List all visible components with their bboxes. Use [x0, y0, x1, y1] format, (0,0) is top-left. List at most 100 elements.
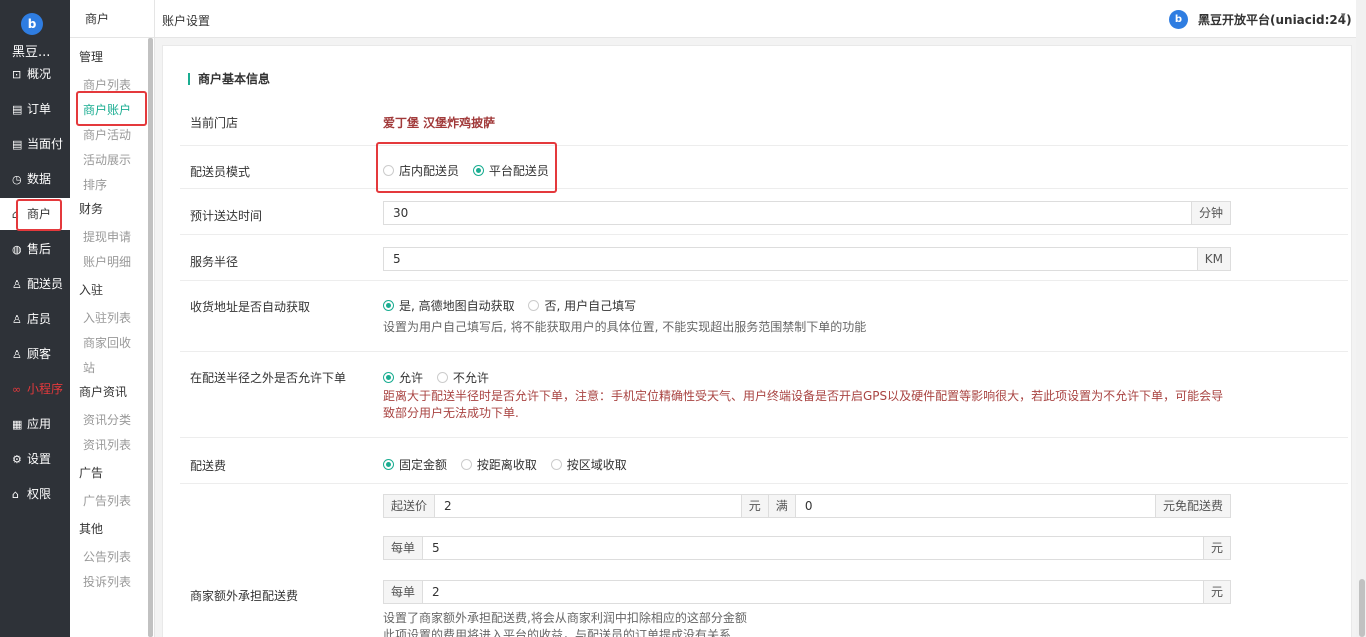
user-icon: ♙ — [12, 348, 22, 361]
miniprogram-icon: ∞ — [12, 383, 22, 396]
divider — [180, 437, 1348, 438]
sub-sidebar-title: 商户 — [70, 0, 154, 38]
nav-item-overview[interactable]: ⊡ 概况 — [0, 58, 70, 90]
radio-disallow[interactable]: 不允许 — [436, 369, 489, 386]
delivery-fee-radios: 固定金额 按距离收取 按区域收取 — [383, 456, 637, 473]
subnav-group-ads: 广告 — [79, 466, 104, 480]
platform-logo-icon: b — [1169, 10, 1188, 29]
divider — [180, 351, 1348, 352]
divider — [180, 145, 1348, 146]
subnav-group-news: 商户资讯 — [79, 385, 128, 399]
nav-item-facepay[interactable]: ▤ 当面付 — [0, 128, 70, 160]
radius-label: 服务半径 — [190, 255, 239, 269]
radio-allow[interactable]: 允许 — [383, 369, 423, 386]
current-store-value: 爱丁堡 汉堡炸鸡披萨 — [383, 116, 496, 130]
subnav-recycle-station[interactable]: 商家回收 — [83, 334, 131, 351]
nav-item-miniprogram[interactable]: ∞ 小程序 — [0, 373, 70, 405]
full-label: 满 — [767, 495, 796, 517]
out-of-range-warning: 距离大于配送半径时是否允许下单，注意：手机定位精确性受天气、用户终端设备是否开启… — [383, 389, 1224, 420]
highlight-box-merchant — [16, 199, 62, 231]
radius-input[interactable]: 5 — [384, 248, 1197, 270]
per-order-unit: 元 — [1202, 537, 1230, 559]
subnav-news-category[interactable]: 资讯分类 — [83, 411, 131, 428]
list-icon: ▤ — [12, 103, 23, 116]
settings-panel: 商户基本信息 当前门店 爱丁堡 汉堡炸鸡披萨 配送员模式 店内配送员 平台配送员… — [162, 45, 1352, 637]
nav-item-clerk[interactable]: ♙ 店员 — [0, 303, 70, 335]
subnav-group-other: 其他 — [79, 522, 104, 536]
radio-fixed-amount[interactable]: 固定金额 — [383, 456, 447, 473]
subnav-notice-list[interactable]: 公告列表 — [83, 548, 131, 565]
radio-by-distance[interactable]: 按距离收取 — [460, 456, 537, 473]
nav-item-customer[interactable]: ♙ 顾客 — [0, 338, 70, 370]
subnav-news-list[interactable]: 资讯列表 — [83, 436, 131, 453]
out-of-range-label: 在配送半径之外是否允许下单 — [190, 371, 347, 385]
main-sidebar: b 黑豆... ⊡ 概况 ▤ 订单 ▤ 当面付 ◷ 数据 ⌂ 商户 ◍ 售后 ♙ 配送员 ♙ 店… — [0, 0, 70, 637]
courier-mode-label: 配送员模式 — [190, 165, 251, 179]
extra-fee-help-1: 设置了商家额外承担配送费,将会从商家利润中扣除相应的这部分金额 — [383, 611, 747, 625]
nav-item-apps[interactable]: ▦ 应用 — [0, 408, 70, 440]
eta-input-group: 30 分钟 — [383, 201, 1231, 225]
radio-auto-address-no[interactable]: 否, 用户自己填写 — [528, 297, 636, 314]
nav-item-data[interactable]: ◷ 数据 — [0, 163, 70, 195]
nav-item-settings[interactable]: ⚙ 设置 — [0, 443, 70, 475]
subnav-scrollbar[interactable] — [148, 38, 153, 637]
subnav-group-finance: 财务 — [79, 202, 104, 216]
auto-address-label: 收货地址是否自动获取 — [190, 300, 311, 314]
lock-icon: ⌂ — [12, 488, 19, 501]
auto-address-help: 设置为用户自己填写后, 将不能获取用户的具体位置, 不能实现超出服务范围禁制下单… — [383, 320, 867, 334]
per-order-fee-input[interactable]: 5 — [423, 537, 1203, 559]
delivery-fee-label: 配送费 — [190, 459, 227, 473]
chart-icon: ◷ — [12, 173, 22, 186]
radio-auto-address-yes[interactable]: 是, 高德地图自动获取 — [383, 297, 515, 314]
free-threshold-input[interactable]: 0 — [796, 495, 1155, 517]
page-scrollbar-thumb[interactable] — [1359, 579, 1365, 637]
radius-unit: KM — [1196, 248, 1230, 270]
auto-address-radios: 是, 高德地图自动获取 否, 用户自己填写 — [383, 297, 646, 314]
subnav-activity-display[interactable]: 活动展示 — [83, 151, 131, 168]
nav-item-permissions[interactable]: ⌂ 权限 — [0, 478, 70, 510]
divider — [180, 188, 1348, 189]
subnav-complaint-list[interactable]: 投诉列表 — [83, 573, 131, 590]
subnav-group-manage: 管理 — [79, 50, 104, 64]
subnav-account-detail[interactable]: 账户明细 — [83, 253, 131, 270]
user-icon: ♙ — [12, 313, 22, 326]
subnav-ads-list[interactable]: 广告列表 — [83, 492, 131, 509]
nav-item-orders[interactable]: ▤ 订单 — [0, 93, 70, 125]
divider — [180, 483, 1348, 484]
extra-fee-label: 商家额外承担配送费 — [190, 589, 299, 603]
user-icon: ♙ — [12, 278, 22, 291]
extra-fee-per-label: 每单 — [384, 581, 424, 603]
top-header: 账户设置 b 黑豆开放平台(uniacid:24) ▾ — [155, 0, 1366, 38]
extra-fee-help-2: 此项设置的费用将进入平台的收益，与配送员的订单提成没有关系 — [383, 628, 732, 637]
nav-item-courier[interactable]: ♙ 配送员 — [0, 268, 70, 300]
dashboard-icon: ⊡ — [12, 68, 22, 81]
extra-fee-input[interactable]: 2 — [423, 581, 1203, 603]
subnav-sort[interactable]: 排序 — [83, 176, 107, 193]
platform-switcher[interactable]: 黑豆开放平台(uniacid:24) — [1198, 11, 1352, 28]
eta-label: 预计送达时间 — [190, 209, 263, 223]
current-store-label: 当前门店 — [190, 116, 239, 130]
subnav-settle-list[interactable]: 入驻列表 — [83, 309, 131, 326]
gear-icon: ⚙ — [12, 453, 22, 466]
free-delivery-label: 元免配送费 — [1154, 495, 1230, 517]
divider — [180, 234, 1348, 235]
radio-by-area[interactable]: 按区域收取 — [550, 456, 627, 473]
min-order-unit: 元 — [740, 495, 768, 517]
eta-unit: 分钟 — [1190, 202, 1230, 224]
min-order-input[interactable]: 2 — [435, 495, 741, 517]
eta-input[interactable]: 30 — [384, 202, 1191, 224]
subnav-withdraw-request[interactable]: 提现申请 — [83, 228, 131, 245]
out-of-range-radios: 允许 不允许 — [383, 369, 499, 386]
subnav-recycle-station-wrap[interactable]: 站 — [83, 359, 95, 376]
nav-item-aftersale[interactable]: ◍ 售后 — [0, 233, 70, 265]
section-title: 商户基本信息 — [188, 73, 270, 85]
chevron-down-icon[interactable]: ▾ — [1341, 11, 1346, 21]
brand-logo-icon: b — [21, 13, 43, 35]
min-order-label: 起送价 — [384, 495, 436, 517]
per-order-label: 每单 — [384, 537, 424, 559]
page-scrollbar-track[interactable] — [1356, 0, 1366, 637]
per-order-fee-group: 每单 5 元 — [383, 536, 1231, 560]
divider — [180, 280, 1348, 281]
min-order-input-group: 起送价 2 元 满 0 元免配送费 — [383, 494, 1231, 518]
subnav-merchant-activity[interactable]: 商户活动 — [83, 126, 131, 143]
